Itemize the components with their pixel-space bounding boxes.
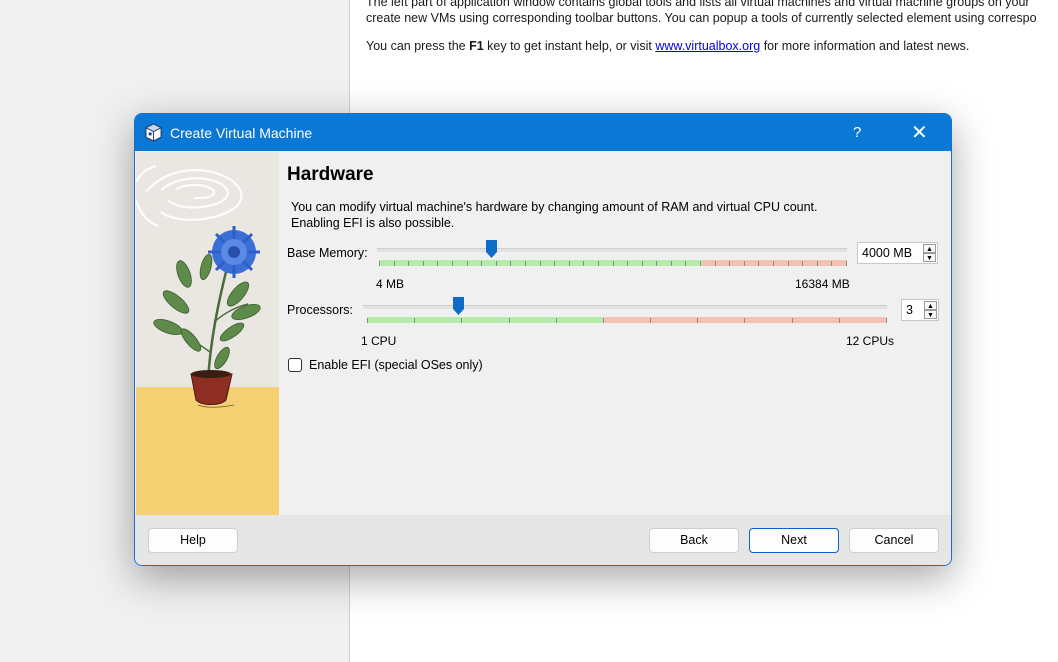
virtualbox-icon <box>144 123 163 142</box>
close-button[interactable]: ✕ <box>911 120 928 145</box>
virtualbox-link[interactable]: www.virtualbox.org <box>655 39 760 53</box>
base-memory-scale <box>379 260 847 266</box>
welcome-line-1: The left part of application window cont… <box>366 0 1030 9</box>
base-memory-handle[interactable] <box>486 240 498 258</box>
create-vm-dialog: Create Virtual Machine ? ✕ Hardware You … <box>134 113 952 566</box>
base-memory-input[interactable] <box>858 243 924 263</box>
spin-up-icon[interactable]: ▲ <box>923 244 936 253</box>
back-button[interactable]: Back <box>649 528 739 553</box>
next-button[interactable]: Next <box>749 528 839 553</box>
hardware-page: Hardware You can modify virtual machine'… <box>279 152 951 515</box>
processors-min: 1 CPU <box>361 334 397 348</box>
spin-down-icon[interactable]: ▼ <box>923 253 936 262</box>
page-description: You can modify virtual machine's hardwar… <box>291 199 818 231</box>
processors-spinbox[interactable]: ▲ ▼ <box>901 299 939 321</box>
context-help-button[interactable]: ? <box>853 124 861 141</box>
help-text-post: for more information and latest news. <box>760 39 970 53</box>
base-memory-spin-arrows[interactable]: ▲ ▼ <box>923 244 936 262</box>
help-text-mid: key to get instant help, or visit <box>483 39 656 53</box>
enable-efi-checkbox[interactable] <box>288 358 302 372</box>
processors-max: 12 CPUs <box>846 334 895 348</box>
welcome-text: The left part of application window cont… <box>366 0 1058 66</box>
description-line-2: Enabling EFI is also possible. <box>291 216 455 230</box>
processors-handle[interactable] <box>452 297 464 315</box>
spin-up-icon[interactable]: ▲ <box>924 301 937 310</box>
processors-label: Processors: <box>287 303 353 317</box>
dialog-titlebar: Create Virtual Machine ? ✕ <box>135 114 951 151</box>
processors-scale <box>367 317 887 323</box>
processors-spin-arrows[interactable]: ▲ ▼ <box>924 301 937 319</box>
base-memory-spinbox[interactable]: ▲ ▼ <box>857 242 938 264</box>
processors-input[interactable] <box>902 300 926 320</box>
description-line-1: You can modify virtual machine's hardwar… <box>291 200 818 214</box>
cancel-button[interactable]: Cancel <box>849 528 939 553</box>
help-button[interactable]: Help <box>148 528 238 553</box>
base-memory-min: 4 MB <box>376 277 405 291</box>
help-key: F1 <box>469 39 484 53</box>
page-title: Hardware <box>287 164 374 185</box>
help-text-pre: You can press the <box>366 39 470 53</box>
dialog-button-bar: Help Back Next Cancel <box>135 515 951 565</box>
base-memory-label: Base Memory: <box>287 246 368 260</box>
welcome-line-2: create new VMs using corresponding toolb… <box>366 11 1037 25</box>
enable-efi-label[interactable]: Enable EFI (special OSes only) <box>309 358 483 372</box>
dialog-title: Create Virtual Machine <box>170 125 313 141</box>
spin-down-icon[interactable]: ▼ <box>924 310 937 319</box>
base-memory-slider[interactable] <box>377 240 852 270</box>
processors-slider[interactable] <box>363 297 891 327</box>
base-memory-max: 16384 MB <box>795 277 850 291</box>
wizard-plant-illustration <box>136 152 279 515</box>
